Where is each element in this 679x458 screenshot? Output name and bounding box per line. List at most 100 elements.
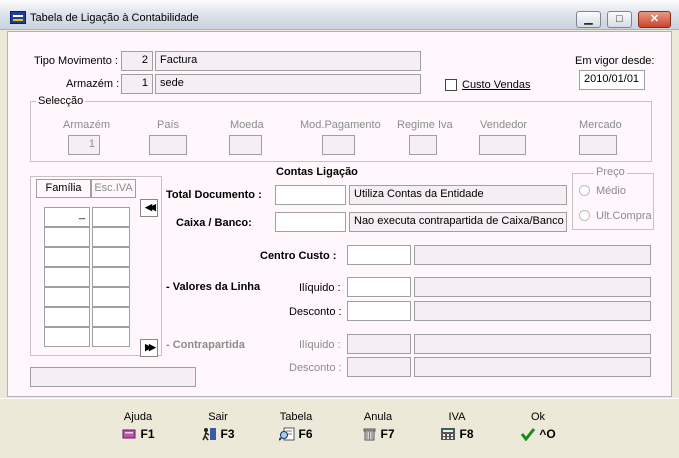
vigor-label: Em vigor desde:: [575, 55, 655, 67]
centro-custo-field[interactable]: [347, 245, 411, 265]
cp-desconto-field[interactable]: [347, 357, 411, 377]
armazem-code[interactable]: 1: [121, 74, 153, 94]
grid-cell[interactable]: [92, 207, 130, 227]
cp-liquido-field[interactable]: [347, 334, 411, 354]
cancel-label: Anula: [363, 411, 393, 423]
cp-desconto-desc: [414, 357, 651, 377]
valores-linha-label: - Valores da Linha: [166, 281, 261, 293]
grid-cell[interactable]: [92, 267, 130, 287]
tab-esc-iva[interactable]: Esc.IVA: [91, 179, 136, 197]
preco-title: Preço: [594, 166, 627, 178]
table-f6-button[interactable]: Tabela F6: [266, 411, 326, 441]
tipo-movimento-code[interactable]: 2: [121, 51, 153, 71]
sel-modpagamento-field[interactable]: [322, 135, 355, 155]
contas-ligacao-title: Contas Ligação: [276, 166, 358, 178]
sel-mercado-field[interactable]: [579, 135, 617, 155]
exit-door-icon: [201, 427, 217, 441]
caixa-banco-field[interactable]: [275, 212, 346, 232]
sel-pais-label: País: [157, 119, 180, 131]
preco-ultcompra-radio[interactable]: [579, 210, 590, 221]
custo-vendas-checkbox[interactable]: [445, 79, 457, 91]
function-key-bar: [0, 398, 679, 458]
contrapartida-label: - Contrapartida: [166, 339, 245, 351]
sel-vendedor-field[interactable]: [479, 135, 526, 155]
cp-liquido-desc: [414, 334, 651, 354]
vigor-date-field[interactable]: 2010/01/01: [579, 70, 645, 90]
grid-cell[interactable]: [92, 327, 130, 347]
sel-moeda-label: Moeda: [230, 119, 264, 131]
centro-custo-label: Centro Custo :: [260, 250, 337, 262]
sel-moeda-field[interactable]: [229, 135, 262, 155]
maximize-button[interactable]: □: [607, 11, 632, 28]
liquido-desc: [414, 277, 651, 297]
help-key: F1: [140, 427, 155, 441]
cancel-key: F7: [380, 427, 395, 441]
grid-cursor: _: [79, 208, 86, 220]
sel-modpagamento-label: Mod.Pagamento: [300, 119, 381, 131]
armazem-label: Armazém :: [66, 78, 120, 90]
exit-label: Sair: [208, 411, 228, 423]
app-icon: [10, 11, 26, 24]
iva-f8-button[interactable]: IVA F8: [427, 411, 487, 441]
tab-familia[interactable]: Família: [36, 179, 91, 197]
grid-cell[interactable]: [44, 287, 90, 307]
tipo-movimento-label: Tipo Movimento :: [34, 55, 118, 67]
grid-cell[interactable]: [44, 267, 90, 287]
exit-key: F3: [220, 427, 235, 441]
status-field: [30, 367, 196, 387]
sel-armazem-field[interactable]: 1: [68, 135, 100, 155]
sel-mercado-label: Mercado: [579, 119, 622, 131]
cp-liquido-label: Ilíquido :: [299, 339, 341, 351]
grid-cell[interactable]: [92, 307, 130, 327]
grid-body: _: [39, 202, 135, 352]
minimize-button[interactable]: ▁: [576, 11, 601, 28]
iva-label: IVA: [448, 411, 466, 423]
sel-regimeiva-field[interactable]: [409, 135, 437, 155]
tab-divider: [36, 197, 136, 198]
close-button[interactable]: ✕: [638, 11, 671, 28]
seleccao-title: Selecção: [36, 95, 86, 107]
cp-desconto-label: Desconto :: [289, 362, 342, 374]
preco-medio-radio[interactable]: [579, 185, 590, 196]
total-documento-desc: Utiliza Contas da Entidade: [349, 185, 567, 205]
desconto-desc: [414, 301, 651, 321]
sel-pais-field[interactable]: [149, 135, 187, 155]
grid-cell[interactable]: [44, 247, 90, 267]
ok-key: ^O: [539, 427, 556, 441]
checkmark-icon: [520, 427, 536, 442]
help-label: Ajuda: [123, 411, 153, 423]
desconto-field[interactable]: [347, 301, 411, 321]
liquido-label: Ilíquido :: [299, 282, 341, 294]
help-f1-button[interactable]: Ajuda F1: [108, 411, 168, 441]
ok-button[interactable]: Ok ^O: [508, 411, 568, 442]
cancel-f7-button[interactable]: Anula F7: [348, 411, 408, 441]
preco-ultcompra-label: Ult.Compra: [596, 210, 652, 222]
liquido-field[interactable]: [347, 277, 411, 297]
grid-cell[interactable]: [44, 227, 90, 247]
tipo-movimento-name: Factura: [155, 51, 421, 71]
sel-vendedor-label: Vendedor: [480, 119, 528, 131]
armazem-name: sede: [155, 74, 421, 94]
custo-vendas-label: Custo Vendas: [462, 79, 531, 91]
scroll-down-button[interactable]: ▶▶: [140, 339, 158, 357]
grid-cell[interactable]: [92, 287, 130, 307]
scroll-up-button[interactable]: ◀◀: [140, 199, 158, 217]
caixa-banco-label: Caixa / Banco:: [176, 217, 252, 229]
search-table-icon: [278, 427, 295, 441]
table-key: F6: [298, 427, 313, 441]
ok-label: Ok: [530, 411, 546, 423]
trash-icon: [361, 427, 377, 441]
caixa-banco-desc: Nao executa contrapartida de Caixa/Banco: [349, 212, 567, 232]
grid-cell[interactable]: [44, 327, 90, 347]
window-title: Tabela de Ligação à Contabilidade: [30, 12, 199, 24]
sel-armazem-label: Armazém: [63, 119, 111, 131]
total-documento-label: Total Documento :: [166, 189, 262, 201]
grid-cell[interactable]: [92, 227, 130, 247]
total-documento-field[interactable]: [275, 185, 346, 205]
book-icon: [121, 427, 137, 441]
preco-medio-label: Médio: [596, 185, 626, 197]
centro-custo-desc: [414, 245, 651, 265]
grid-cell[interactable]: [92, 247, 130, 267]
grid-cell[interactable]: [44, 307, 90, 327]
exit-f3-button[interactable]: Sair F3: [188, 411, 248, 441]
